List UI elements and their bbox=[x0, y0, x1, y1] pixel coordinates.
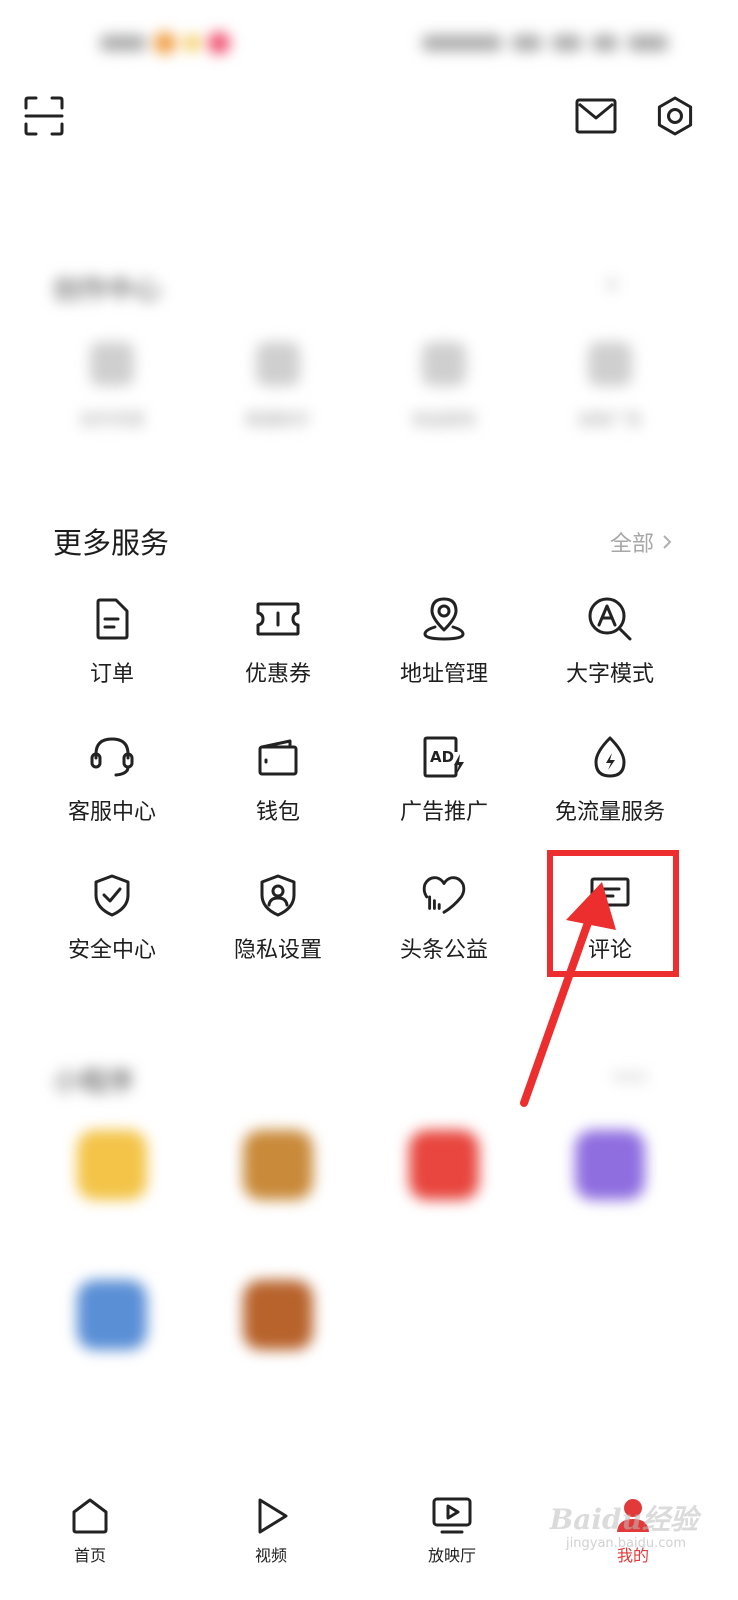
service-privacy-settings[interactable]: 隐私设置 bbox=[193, 872, 363, 972]
mini-program-item[interactable] bbox=[37, 1130, 187, 1218]
service-address[interactable]: 地址管理 bbox=[359, 596, 529, 696]
mail-icon[interactable] bbox=[574, 96, 618, 136]
privacy-shield-icon bbox=[255, 872, 301, 918]
location-icon bbox=[421, 596, 467, 642]
mini-programs-section: 小程序 bbox=[0, 1050, 738, 1400]
watermark-url: jingyan.baidu.com bbox=[566, 1536, 686, 1551]
data-drop-icon bbox=[587, 734, 633, 780]
home-icon bbox=[72, 1498, 108, 1534]
ad-icon: AD bbox=[421, 734, 467, 780]
order-icon bbox=[89, 596, 135, 642]
wallet-icon bbox=[255, 734, 301, 780]
status-right bbox=[418, 30, 668, 56]
service-large-font[interactable]: 大字模式 bbox=[525, 596, 695, 696]
svg-text:AD: AD bbox=[430, 748, 454, 766]
chevron-right-icon bbox=[663, 535, 672, 549]
watermark: Baidu经验 bbox=[549, 1503, 698, 1536]
app-icon bbox=[243, 1130, 313, 1200]
tab-video[interactable]: 视频 bbox=[211, 1496, 331, 1566]
bulb-icon bbox=[90, 342, 134, 386]
mini-program-item[interactable] bbox=[203, 1130, 353, 1218]
shield-check-icon bbox=[89, 872, 135, 918]
creator-item[interactable]: 收益提现 bbox=[379, 342, 509, 430]
service-toutiao-charity[interactable]: 头条公益 bbox=[359, 872, 529, 972]
status-bar bbox=[0, 0, 738, 80]
app-icon bbox=[575, 1130, 645, 1200]
chevron-right-icon bbox=[606, 278, 618, 290]
service-order[interactable]: 订单 bbox=[27, 596, 197, 696]
charity-heart-icon bbox=[421, 872, 467, 918]
font-zoom-icon bbox=[587, 596, 633, 642]
coin-icon bbox=[422, 342, 466, 386]
mini-program-item[interactable] bbox=[203, 1280, 353, 1368]
app-icon bbox=[77, 1280, 147, 1350]
tab-cinema[interactable]: 放映厅 bbox=[392, 1496, 512, 1566]
service-wallet[interactable]: 钱包 bbox=[193, 734, 363, 834]
app-icon bbox=[409, 1130, 479, 1200]
creator-item[interactable]: 数据助手 bbox=[213, 342, 343, 430]
play-icon bbox=[258, 1498, 288, 1534]
service-data-free[interactable]: 免流量服务 bbox=[525, 734, 695, 834]
tab-home[interactable]: 首页 bbox=[30, 1496, 150, 1566]
chart-icon bbox=[256, 342, 300, 386]
service-security-center[interactable]: 安全中心 bbox=[27, 872, 197, 972]
section-title: 创作中心 bbox=[53, 275, 161, 306]
scan-icon[interactable] bbox=[22, 94, 66, 138]
gear-icon[interactable] bbox=[653, 94, 697, 138]
more-services-title: 更多服务 bbox=[53, 526, 170, 560]
flag-icon bbox=[588, 342, 632, 386]
highlight-box bbox=[547, 850, 679, 977]
mini-program-item[interactable] bbox=[535, 1130, 685, 1218]
headset-icon bbox=[89, 734, 135, 780]
service-ad-promotion[interactable]: AD 广告推广 bbox=[359, 734, 529, 834]
service-coupon[interactable]: 优惠券 bbox=[193, 596, 363, 696]
mini-program-item[interactable] bbox=[37, 1280, 187, 1368]
view-all-label: 全部 bbox=[609, 532, 654, 557]
section-title: 小程序 bbox=[53, 1067, 134, 1098]
app-icon bbox=[243, 1280, 313, 1350]
tv-icon bbox=[432, 1497, 472, 1534]
creator-item[interactable]: 自助广告 bbox=[545, 342, 675, 430]
creator-item[interactable]: 创作灵感 bbox=[47, 342, 177, 430]
view-all-link[interactable]: 全部 bbox=[610, 526, 672, 558]
coupon-icon bbox=[255, 596, 301, 642]
more-indicator bbox=[612, 1072, 648, 1082]
creator-center-section: 创作中心 创作灵感 数据助手 收益提现 自助广告 bbox=[0, 250, 738, 440]
service-customer-service[interactable]: 客服中心 bbox=[27, 734, 197, 834]
mini-program-item[interactable] bbox=[369, 1130, 519, 1218]
app-icon bbox=[77, 1130, 147, 1200]
status-left bbox=[100, 30, 250, 56]
